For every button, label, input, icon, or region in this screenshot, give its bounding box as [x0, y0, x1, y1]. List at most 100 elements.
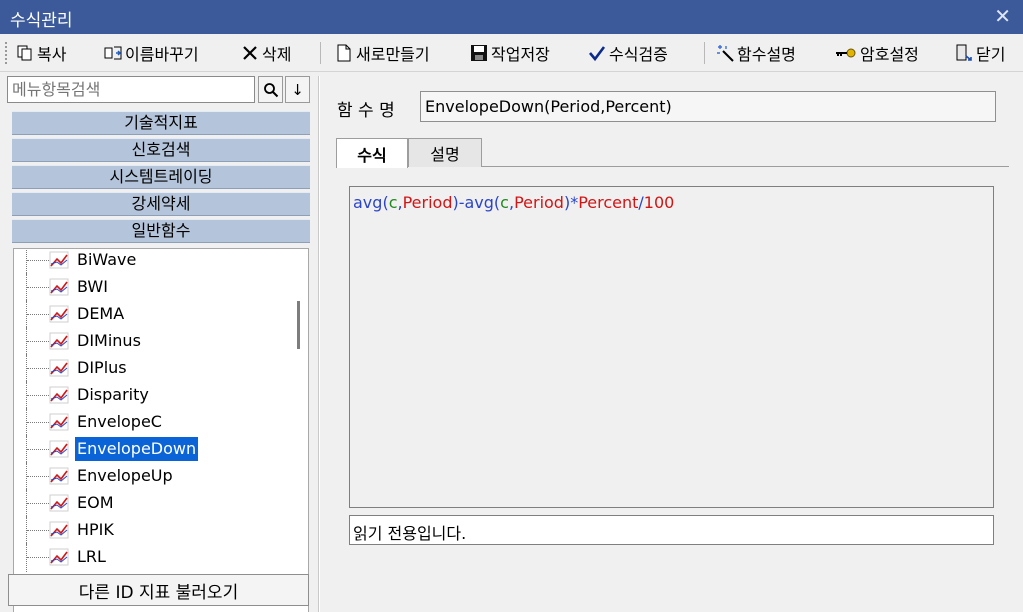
line-chart-icon [49, 548, 69, 566]
panel-splitter[interactable] [318, 76, 320, 612]
tree-item[interactable]: EnvelopeDown [14, 434, 284, 464]
magic-wand-icon [716, 44, 734, 62]
line-chart-icon [49, 251, 69, 269]
check-icon [588, 44, 606, 62]
toolbar: 복사 이름바꾸기 삭제 새로만들기 작업저장 수식검증 함수설명 암호설정 닫기 [0, 34, 1023, 72]
key-icon [835, 44, 857, 62]
delete-button[interactable]: 삭제 [241, 41, 291, 65]
tab-description[interactable]: 설명 [408, 138, 482, 167]
formula-token: Period [514, 193, 564, 212]
formula-token: 100 [643, 193, 675, 212]
line-chart-icon [49, 359, 69, 377]
tree-item[interactable]: EnvelopeUp [14, 461, 284, 491]
close-label: 닫기 [976, 45, 1006, 64]
tree-item-label: LRL [77, 547, 106, 566]
tree-item-label: BiWave [77, 250, 137, 269]
function-tree[interactable]: BiWave BWI DEMA DIMinus DIPlus Disparity Envel… [13, 248, 309, 612]
category-system-trading[interactable]: 시스템트레이딩 [12, 165, 310, 189]
tree-item[interactable]: BiWave [14, 249, 284, 275]
tree-item[interactable]: BWI [14, 272, 284, 302]
toolbar-separator [320, 42, 321, 64]
tree-item[interactable]: LRL [14, 542, 284, 572]
tree-item[interactable]: EnvelopeC [14, 407, 284, 437]
formula-token: Percent [578, 193, 639, 212]
function-help-button[interactable]: 함수설명 [716, 41, 796, 65]
tree-connector [27, 368, 49, 369]
tree-scrollbar-thumb[interactable] [297, 301, 300, 349]
tree-connector [27, 260, 49, 261]
title-bar: 수식관리 ✕ [0, 0, 1023, 34]
line-chart-icon [49, 386, 69, 404]
line-chart-icon [49, 332, 69, 350]
copy-label: 복사 [37, 45, 67, 64]
function-name-label: 함 수 명 [337, 101, 395, 121]
tree-connector [27, 341, 49, 342]
menu-search-input[interactable] [7, 76, 255, 103]
tree-item[interactable]: DIPlus [14, 353, 284, 383]
toolbar-separator [704, 42, 705, 64]
tree-item-label: EnvelopeDown [75, 437, 199, 461]
tree-connector [27, 449, 49, 450]
search-icon [263, 82, 278, 97]
password-button[interactable]: 암호설정 [835, 41, 919, 65]
tab-formula[interactable]: 수식 [336, 138, 408, 168]
tree-item[interactable]: EOM [14, 488, 284, 518]
category-general-functions[interactable]: 일반함수 [12, 219, 310, 243]
save-label: 작업저장 [491, 45, 550, 64]
copy-button[interactable]: 복사 [16, 41, 66, 65]
toolbar-grip[interactable] [5, 42, 9, 64]
new-button[interactable]: 새로만들기 [335, 41, 430, 65]
new-label: 새로만들기 [356, 45, 430, 64]
formula-editor[interactable]: avg(c,Period)-avg(c,Period)*Percent/100 [349, 186, 994, 508]
line-chart-icon [49, 440, 69, 458]
tree-item-label: EnvelopeC [77, 412, 162, 431]
tree-item-label: HPIK [77, 520, 114, 539]
tree-connector [27, 314, 49, 315]
tab-strip: 수식 설명 [336, 138, 1009, 168]
formula-token: Period [402, 193, 453, 212]
category-technical-indicators[interactable]: 기술적지표 [12, 111, 310, 135]
tree-connector [27, 557, 49, 558]
close-icon[interactable]: ✕ [994, 4, 1011, 28]
rename-icon [104, 44, 122, 62]
formula-token: c [500, 193, 509, 212]
load-other-id-indicator-button[interactable]: 다른 ID 지표 불러오기 [8, 574, 309, 606]
verify-label: 수식검증 [609, 45, 668, 64]
delete-label: 삭제 [262, 45, 292, 64]
tree-item-label: DEMA [77, 304, 125, 323]
tree-item-label: EnvelopeUp [77, 466, 173, 485]
tree-connector [27, 287, 49, 288]
search-next-button[interactable]: ↓ [285, 76, 310, 103]
tree-item[interactable]: HPIK [14, 515, 284, 545]
save-button[interactable]: 작업저장 [470, 41, 550, 65]
tree-connector [27, 422, 49, 423]
verify-button[interactable]: 수식검증 [588, 41, 668, 65]
tree-item-label: Disparity [77, 385, 149, 404]
tree-item-label: DIPlus [77, 358, 127, 377]
tree-connector [27, 530, 49, 531]
rename-button[interactable]: 이름바꾸기 [104, 41, 199, 65]
tree-item-label: EOM [77, 493, 114, 512]
close-button[interactable]: 닫기 [955, 41, 1005, 65]
line-chart-icon [49, 413, 69, 431]
tree-item-label: DIMinus [77, 331, 141, 350]
tree-connector [27, 503, 49, 504]
formula-token: )- [452, 193, 465, 212]
category-strength-weakness[interactable]: 강세약세 [12, 192, 310, 216]
tree-connector [27, 476, 49, 477]
formula-token: avg [464, 193, 494, 212]
line-chart-icon [49, 278, 69, 296]
function-name-field[interactable] [420, 91, 996, 122]
tree-item[interactable]: DIMinus [14, 326, 284, 356]
tree-item-label: BWI [77, 277, 108, 296]
rename-label: 이름바꾸기 [125, 45, 199, 64]
formula-token: avg [353, 193, 383, 212]
tree-item[interactable]: DEMA [14, 299, 284, 329]
formula-token: )* [563, 193, 579, 212]
tree-connector [27, 395, 49, 396]
save-icon [470, 44, 488, 62]
category-signal-search[interactable]: 신호검색 [12, 138, 310, 162]
new-document-icon [335, 44, 353, 62]
search-button[interactable] [258, 76, 283, 103]
tree-item[interactable]: Disparity [14, 380, 284, 410]
